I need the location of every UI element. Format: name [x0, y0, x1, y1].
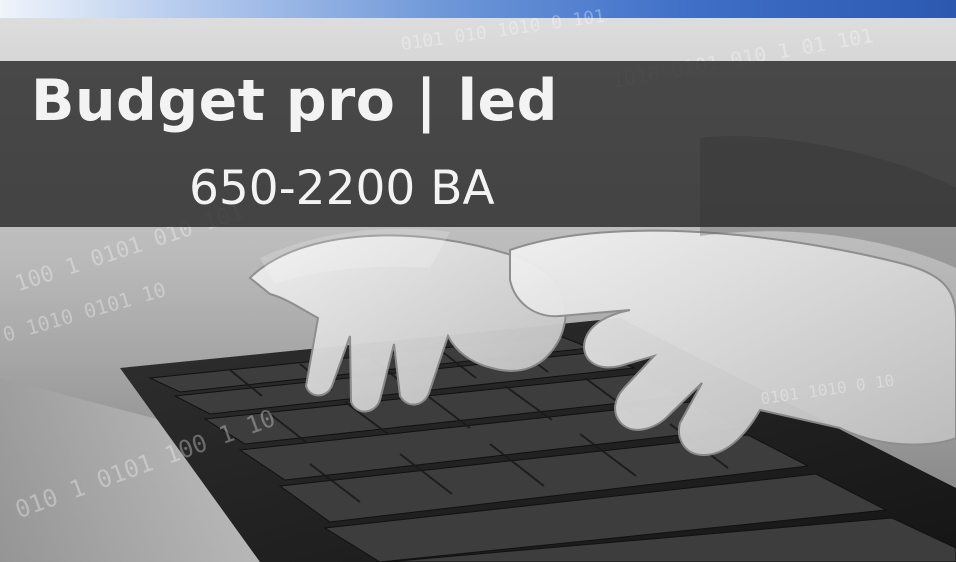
top-accent-bar — [0, 0, 956, 18]
product-banner: 0101 010 1010 0 101 1010 0101 010 1 01 1… — [0, 0, 956, 562]
capacity-range: 650-2200 BA — [189, 163, 495, 215]
capacity-unit: BA — [430, 161, 495, 216]
product-title: Budget pro | led — [31, 68, 558, 134]
capacity-range-value: 650-2200 — [189, 161, 416, 216]
